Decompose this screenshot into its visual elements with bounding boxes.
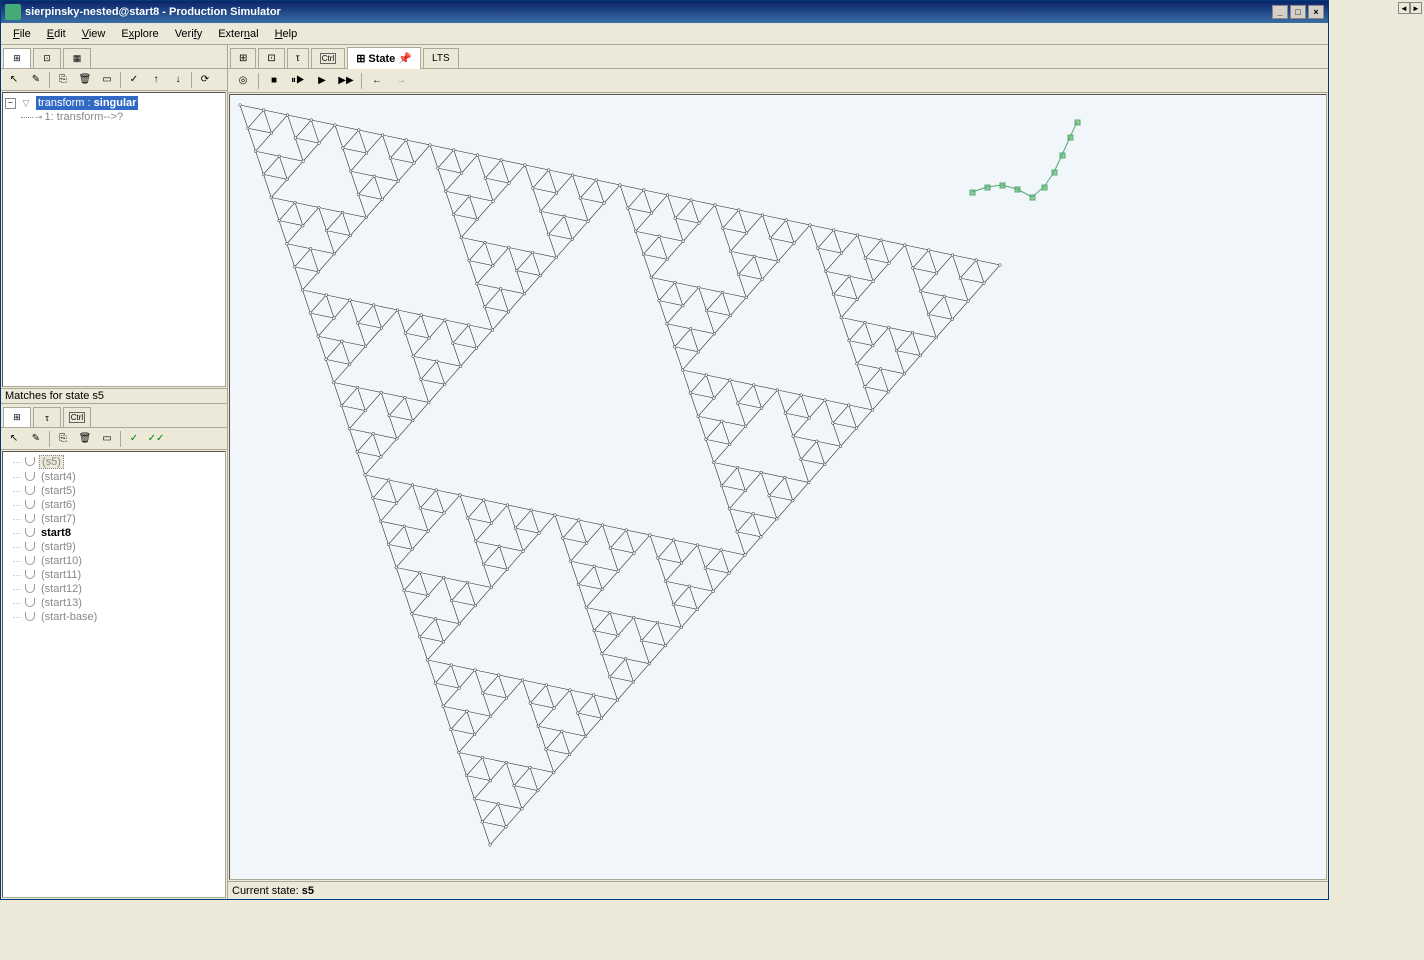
state-icon — [23, 556, 37, 566]
statusbar: Current state: s5 — [228, 881, 1328, 899]
tab-ctrl-icon[interactable]: Ctrl — [63, 407, 91, 427]
edit-button[interactable]: ✎ — [25, 70, 47, 90]
list-item[interactable]: (start7) — [5, 512, 223, 526]
list-item[interactable]: (start6) — [5, 498, 223, 512]
list-item[interactable]: start8 — [5, 526, 223, 540]
menu-view[interactable]: View — [74, 26, 114, 42]
select2-button[interactable]: ↖ — [3, 429, 25, 449]
stop-button[interactable]: ■ — [263, 71, 285, 91]
tree-collapse-icon[interactable]: − — [5, 98, 16, 109]
app-icon — [5, 4, 21, 20]
list-item[interactable]: (start9) — [5, 540, 223, 554]
select-button[interactable]: ↖ — [3, 70, 25, 90]
list-item[interactable]: (start-base) — [5, 610, 223, 624]
tab-graph-icon[interactable]: ⊡ — [33, 48, 61, 68]
list-item[interactable]: (start12) — [5, 582, 223, 596]
rule-icon: ▽ — [18, 97, 34, 109]
state-icon — [23, 486, 37, 496]
left-bottom-toolbar: ↖ ✎ ⎘ 🗑 ▭ ✓ ✓✓ — [1, 428, 227, 450]
tab-grid-icon[interactable]: ▦ — [63, 48, 91, 68]
apply-all-button[interactable]: ✓✓ — [145, 429, 167, 449]
copy2-button[interactable]: ⎘ — [52, 429, 74, 449]
rtab-lts[interactable]: LTS — [423, 48, 459, 68]
reload-button[interactable]: ⟳ — [194, 70, 216, 90]
play-button[interactable]: ▶ — [311, 71, 333, 91]
state-icon — [23, 472, 37, 482]
ff-button[interactable]: ▶▶ — [335, 71, 357, 91]
rtab-1[interactable]: ⊞ — [230, 48, 256, 68]
state-icon — [23, 570, 37, 580]
edit2-button[interactable]: ✎ — [25, 429, 47, 449]
rtab-ctrl[interactable]: Ctrl — [311, 48, 345, 68]
graph-canvas[interactable] — [229, 94, 1327, 880]
rtab-tau[interactable]: τ — [287, 48, 309, 68]
matches-header: Matches for state s5 — [1, 388, 227, 404]
state-icon — [23, 457, 37, 467]
state-tab-icon: ⊞ — [356, 52, 365, 65]
delete2-button[interactable]: 🗑 — [74, 429, 96, 449]
state-icon — [23, 598, 37, 608]
state-icon — [23, 514, 37, 524]
state-icon — [23, 528, 37, 538]
sierpinski-graph — [230, 95, 1320, 880]
menu-help[interactable]: Help — [267, 26, 306, 42]
apply-button[interactable]: ✓ — [123, 429, 145, 449]
rules-tree[interactable]: − ▽ transform : singular ⊸ 1: transform-… — [2, 92, 226, 387]
tab-tau-icon[interactable]: τ — [33, 407, 61, 427]
down-button[interactable]: ↓ — [167, 70, 189, 90]
left-top-toolbar: ↖ ✎ ⎘ 🗑 ▭ ✓ ↑ ↓ ⟳ — [1, 69, 227, 91]
rename2-button[interactable]: ▭ — [96, 429, 118, 449]
close-button[interactable]: × — [1308, 5, 1324, 19]
state-icon — [23, 612, 37, 622]
right-tabs: ⊞ ⊡ τ Ctrl ⊞ State 📌 LTS ◄ ► — [228, 45, 1328, 69]
delete-button[interactable]: 🗑 — [74, 70, 96, 90]
left-bottom-tabs: ⊞ τ Ctrl — [1, 404, 227, 428]
main-window: sierpinsky-nested@start8 - Production Si… — [0, 0, 1329, 900]
maximize-button[interactable]: □ — [1290, 5, 1306, 19]
list-item[interactable]: (start4) — [5, 470, 223, 484]
menu-file[interactable]: File — [5, 26, 39, 42]
state-icon — [23, 500, 37, 510]
states-list[interactable]: (s5)(start4)(start5)(start6)(start7)star… — [2, 451, 226, 898]
right-panel: ⊞ ⊡ τ Ctrl ⊞ State 📌 LTS ◄ ► ◎ ■ ⏸ — [228, 45, 1328, 899]
step-button[interactable]: ⏸▶ — [287, 71, 309, 91]
tree-child[interactable]: ⊸ 1: transform-->? — [21, 111, 223, 123]
back-button[interactable]: ← — [366, 71, 388, 91]
left-panel: ⊞ ⊡ ▦ ↖ ✎ ⎘ 🗑 ▭ ✓ ↑ ↓ ⟳ — [1, 45, 228, 899]
list-item[interactable]: (start5) — [5, 484, 223, 498]
menubar: File Edit View Explore Verify External H… — [1, 23, 1328, 45]
titlebar-text: sierpinsky-nested@start8 - Production Si… — [25, 6, 1272, 18]
forward-button[interactable]: → — [390, 71, 412, 91]
canvas-toolbar: ◎ ■ ⏸▶ ▶ ▶▶ ← → — [228, 69, 1328, 93]
up-button[interactable]: ↑ — [145, 70, 167, 90]
list-item[interactable]: (start11) — [5, 568, 223, 582]
rtab-state[interactable]: ⊞ State 📌 — [347, 47, 421, 69]
state-icon — [23, 542, 37, 552]
list-item[interactable]: (start10) — [5, 554, 223, 568]
state-icon — [23, 584, 37, 594]
menu-edit[interactable]: Edit — [39, 26, 74, 42]
menu-external[interactable]: External — [210, 26, 266, 42]
list-item[interactable]: (s5) — [5, 454, 223, 470]
minimize-button[interactable]: _ — [1272, 5, 1288, 19]
copy-button[interactable]: ⎘ — [52, 70, 74, 90]
check-button[interactable]: ✓ — [123, 70, 145, 90]
menu-verify[interactable]: Verify — [167, 26, 211, 42]
tree-root[interactable]: − ▽ transform : singular — [5, 95, 223, 111]
target-button[interactable]: ◎ — [232, 71, 254, 91]
tab-rules-icon[interactable]: ⊞ — [3, 48, 31, 68]
tab-states-icon[interactable]: ⊞ — [3, 407, 31, 427]
left-top-tabs: ⊞ ⊡ ▦ — [1, 45, 227, 69]
menu-explore[interactable]: Explore — [113, 26, 166, 42]
rtab-2[interactable]: ⊡ — [258, 48, 284, 68]
pin-icon: 📌 — [398, 52, 412, 65]
rename-button[interactable]: ▭ — [96, 70, 118, 90]
titlebar: sierpinsky-nested@start8 - Production Si… — [1, 1, 1328, 23]
list-item[interactable]: (start13) — [5, 596, 223, 610]
